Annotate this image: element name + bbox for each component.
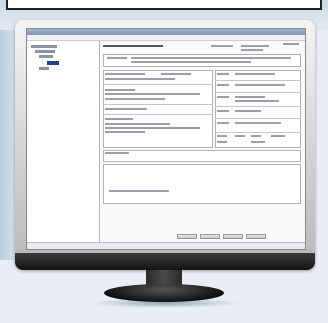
top-banner: [6, 0, 322, 10]
divider: [215, 92, 301, 93]
form-comment-area[interactable]: [103, 164, 301, 204]
field-value[interactable]: [105, 131, 145, 133]
form-corner-label: [283, 43, 299, 45]
field-label: [217, 84, 229, 86]
navigation-tree[interactable]: [27, 41, 100, 249]
field-value[interactable]: [251, 141, 265, 143]
divider: [215, 118, 301, 119]
action-button[interactable]: [246, 234, 266, 239]
field-label: [105, 73, 145, 75]
comment-text: [109, 190, 169, 192]
form-date-value: [241, 45, 269, 47]
tree-item-selected[interactable]: [47, 61, 59, 65]
header-label: [107, 57, 127, 59]
status-bar: [27, 242, 305, 249]
tree-item[interactable]: [31, 45, 57, 48]
field-label: [235, 135, 245, 137]
field-value[interactable]: [105, 108, 147, 110]
field-label: [105, 89, 135, 91]
field-value[interactable]: [235, 110, 261, 112]
divider: [215, 106, 301, 107]
field-label: [217, 135, 227, 137]
field-value[interactable]: [235, 73, 275, 75]
form-date-label: [211, 45, 233, 47]
form-heading: [103, 45, 163, 47]
field-value[interactable]: [235, 84, 285, 86]
field-value[interactable]: [235, 122, 281, 124]
field-value[interactable]: [235, 100, 279, 102]
field-value[interactable]: [105, 78, 175, 80]
field-label: [217, 96, 229, 98]
button-bar: [177, 234, 287, 240]
monitor-screen: [26, 28, 306, 250]
field-value[interactable]: [235, 96, 265, 98]
notes-label: [105, 152, 129, 154]
form-notes-box[interactable]: [103, 150, 301, 162]
field-label: [251, 135, 261, 137]
tree-item[interactable]: [39, 55, 53, 58]
action-button[interactable]: [177, 234, 197, 239]
field-value[interactable]: [105, 127, 200, 129]
monitor-bezel-bottom: [15, 253, 315, 270]
header-text: [131, 61, 251, 63]
field-label: [105, 118, 133, 120]
divider: [103, 84, 213, 85]
field-label: [217, 73, 229, 75]
divider: [103, 104, 213, 105]
field-label: [217, 110, 229, 112]
tree-item[interactable]: [35, 50, 55, 53]
divider: [215, 132, 301, 133]
divider: [103, 114, 213, 115]
field-label: [271, 135, 285, 137]
field-value[interactable]: [105, 98, 165, 100]
monitor-stand-base: [104, 284, 224, 302]
field-value[interactable]: [105, 123, 170, 125]
document-form: [101, 42, 304, 234]
action-button[interactable]: [200, 234, 220, 239]
field-label: [161, 73, 191, 75]
divider: [215, 80, 301, 81]
header-text: [131, 57, 291, 59]
field-value[interactable]: [217, 141, 227, 143]
tree-item[interactable]: [39, 67, 49, 70]
field-value[interactable]: [105, 93, 200, 95]
form-number-value: [241, 49, 263, 51]
field-label: [217, 122, 229, 124]
action-button[interactable]: [223, 234, 243, 239]
